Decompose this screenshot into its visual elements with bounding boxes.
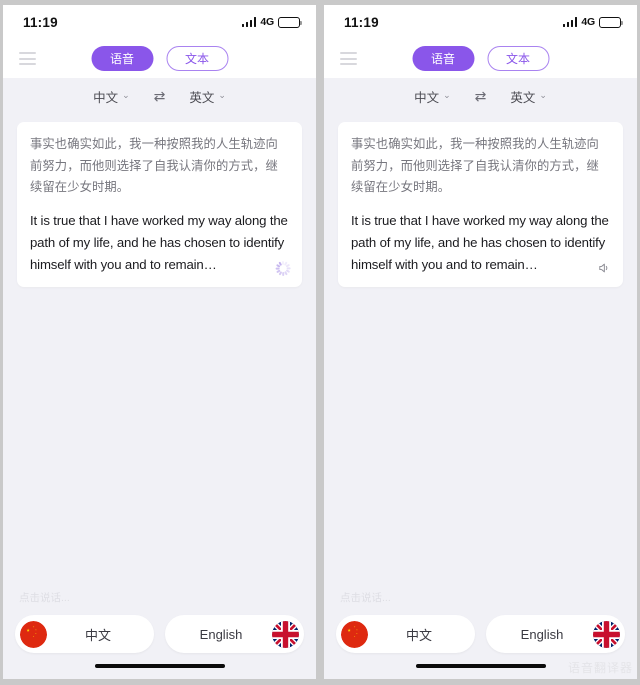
speak-english-button[interactable]: English [165, 615, 304, 653]
speaker-icon[interactable] [596, 260, 612, 276]
chevron-down-icon: ⌄ [443, 89, 451, 100]
translation-card[interactable]: 事实也确实如此，我一种按照我的人生轨迹向前努力，而他则选择了自我认清你的方式，继… [17, 122, 302, 288]
source-text: 事实也确实如此，我一种按照我的人生轨迹向前努力，而他则选择了自我认清你的方式，继… [30, 137, 278, 195]
tab-text-mode[interactable]: 文本 [487, 46, 549, 71]
mode-toggle-group: 语音 文本 [91, 46, 228, 71]
battery-full-icon [599, 16, 624, 28]
translation-content-area: 事实也确实如此，我一种按照我的人生轨迹向前努力，而他则选择了自我认清你的方式，继… [3, 114, 316, 590]
tab-text-mode[interactable]: 文本 [166, 46, 228, 71]
hamburger-menu-icon[interactable] [340, 52, 357, 65]
home-indicator[interactable] [415, 664, 546, 668]
hamburger-menu-icon[interactable] [19, 52, 36, 65]
chevron-down-icon: ⌄ [539, 89, 547, 100]
chevron-down-icon: ⌄ [218, 89, 226, 100]
language-action-buttons: 中文 English [336, 615, 625, 653]
speak-english-label: English [199, 626, 243, 642]
translated-text: It is true that I have worked my way alo… [351, 212, 609, 272]
source-language-label: 中文 [93, 90, 119, 105]
language-selector-bar: 中文 ⌄ ⇄ 英文 ⌄ [3, 78, 316, 114]
app-header: 语音 文本 [3, 39, 316, 78]
battery-full-icon [278, 16, 303, 28]
signal-bars-icon [562, 17, 578, 27]
loading-spinner-icon [275, 260, 291, 276]
tab-voice-mode[interactable]: 语音 [91, 46, 153, 71]
home-indicator-area [336, 653, 625, 679]
tab-voice-mode[interactable]: 语音 [412, 46, 474, 71]
speak-chinese-label: 中文 [84, 627, 111, 643]
source-language-selector[interactable]: 中文 ⌄ [414, 87, 451, 106]
swap-languages-icon[interactable]: ⇄ [475, 89, 487, 103]
speak-hint-label: 点击说话... [340, 592, 391, 604]
target-language-selector[interactable]: 英文 ⌄ [510, 87, 547, 106]
target-language-label: 英文 [189, 90, 215, 105]
spinner-graphic [275, 260, 291, 276]
swap-languages-icon[interactable]: ⇄ [154, 89, 166, 103]
speak-english-label: English [520, 626, 564, 642]
chevron-down-icon: ⌄ [122, 89, 130, 100]
mode-toggle-group: 语音 文本 [412, 46, 549, 71]
target-language-selector[interactable]: 英文 ⌄ [189, 87, 226, 106]
status-time: 11:19 [23, 14, 58, 30]
source-text: 事实也确实如此，我一种按照我的人生轨迹向前努力，而他则选择了自我认清你的方式，继… [351, 137, 599, 195]
speak-hint-label: 点击说话... [19, 592, 70, 604]
language-action-buttons: 中文 English [15, 615, 304, 653]
home-indicator[interactable] [94, 664, 225, 668]
china-flag-icon [20, 620, 47, 648]
translation-content-area: 事实也确实如此，我一种按照我的人生轨迹向前努力，而他则选择了自我认清你的方式，继… [324, 114, 637, 590]
source-language-selector[interactable]: 中文 ⌄ [93, 87, 130, 106]
network-type-label: 4G [581, 16, 595, 28]
speak-english-button[interactable]: English [486, 615, 625, 653]
signal-bars-icon [241, 17, 257, 27]
footer-area: 点击说话... 中文 English [324, 590, 637, 679]
translation-card[interactable]: 事实也确实如此，我一种按照我的人生轨迹向前努力，而他则选择了自我认清你的方式，继… [338, 122, 623, 288]
uk-flag-icon [593, 620, 620, 648]
target-language-label: 英文 [510, 90, 536, 105]
status-bar: 11:19 4G [3, 5, 316, 39]
status-indicators: 4G [241, 16, 303, 28]
china-flag-icon [341, 620, 368, 648]
phone-screen-left: 11:19 4G 语音 文本 中文 ⌄ ⇄ 英文 ⌄ 事实也确实如此，我一种按照… [0, 0, 319, 685]
source-language-label: 中文 [414, 90, 440, 105]
speak-chinese-label: 中文 [405, 627, 432, 643]
speak-chinese-button[interactable]: 中文 [336, 615, 475, 653]
status-indicators: 4G [562, 16, 624, 28]
footer-area: 点击说话... 中文 English [3, 590, 316, 679]
status-bar: 11:19 4G [324, 5, 637, 39]
uk-flag-icon [272, 620, 299, 648]
translated-text: It is true that I have worked my way alo… [30, 212, 288, 272]
home-indicator-area [15, 653, 304, 679]
phone-screen-right: 11:19 4G 语音 文本 中文 ⌄ ⇄ 英文 ⌄ 事实也确实如此，我一种按照… [321, 0, 640, 685]
network-type-label: 4G [260, 16, 274, 28]
dual-screenshot-stage: 11:19 4G 语音 文本 中文 ⌄ ⇄ 英文 ⌄ 事实也确实如此，我一种按照… [0, 0, 640, 685]
app-header: 语音 文本 [324, 39, 637, 78]
language-selector-bar: 中文 ⌄ ⇄ 英文 ⌄ [324, 78, 637, 114]
speak-chinese-button[interactable]: 中文 [15, 615, 154, 653]
status-time: 11:19 [344, 14, 379, 30]
